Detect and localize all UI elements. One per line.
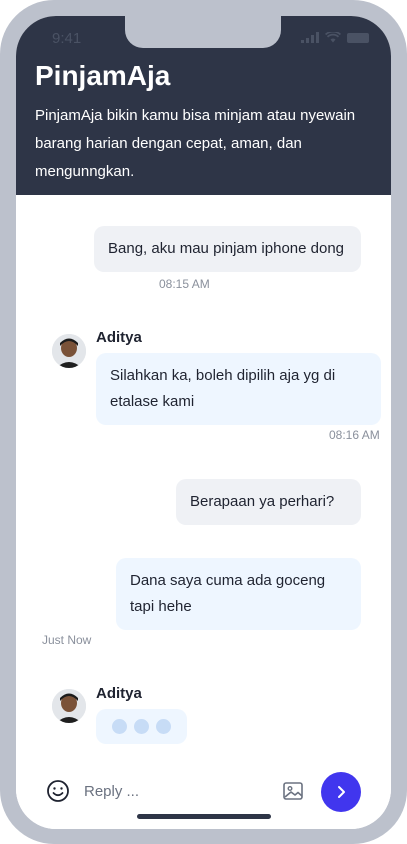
message-bubble-out: Dana saya cuma ada goceng tapi hehe [116,558,361,630]
message-text: Dana saya cuma ada goceng tapi hehe [130,572,326,615]
home-indicator [137,814,271,819]
typing-dot [112,719,127,734]
avatar-image [52,689,86,723]
notch [125,16,281,48]
avatar-image [52,334,86,368]
message-bubble-out: Berapaan ya perhari? [176,479,361,525]
phone-frame: PinjamAja PinjamAja bikin kamu bisa minj… [0,0,407,844]
chevron-right-icon [338,786,345,798]
typing-dot [156,719,171,734]
signal-icon [301,32,319,43]
status-icons [301,32,369,43]
sender-name: Aditya [96,329,142,346]
message-text: Silahkan ka, boleh dipilih aja yg di eta… [110,367,336,410]
smile-icon[interactable] [46,779,70,803]
avatar [52,334,86,368]
image-icon[interactable] [282,780,304,802]
screen: PinjamAja PinjamAja bikin kamu bisa minj… [16,16,391,829]
status-time: 9:41 [52,30,82,47]
sender-name: Aditya [96,685,142,702]
app-title: PinjamAja [35,60,171,91]
app-description: PinjamAja bikin kamu bisa minjam atau ny… [35,107,356,180]
typing-dot [134,719,149,734]
message-time: 08:15 AM [159,277,210,291]
message-bubble-out: Bang, aku mau pinjam iphone dong [94,226,361,272]
message-text: Berapaan ya perhari? [190,493,335,510]
send-button[interactable] [321,772,361,812]
reply-input[interactable] [84,776,274,806]
message-time: Just Now [42,633,92,647]
typing-indicator [96,709,187,744]
avatar [52,689,86,723]
message-bubble-in: Silahkan ka, boleh dipilih aja yg di eta… [96,353,381,425]
battery-icon [347,33,369,43]
message-text: Bang, aku mau pinjam iphone dong [108,240,345,257]
message-time: 08:16 AM [329,428,380,442]
wifi-icon [325,32,341,43]
